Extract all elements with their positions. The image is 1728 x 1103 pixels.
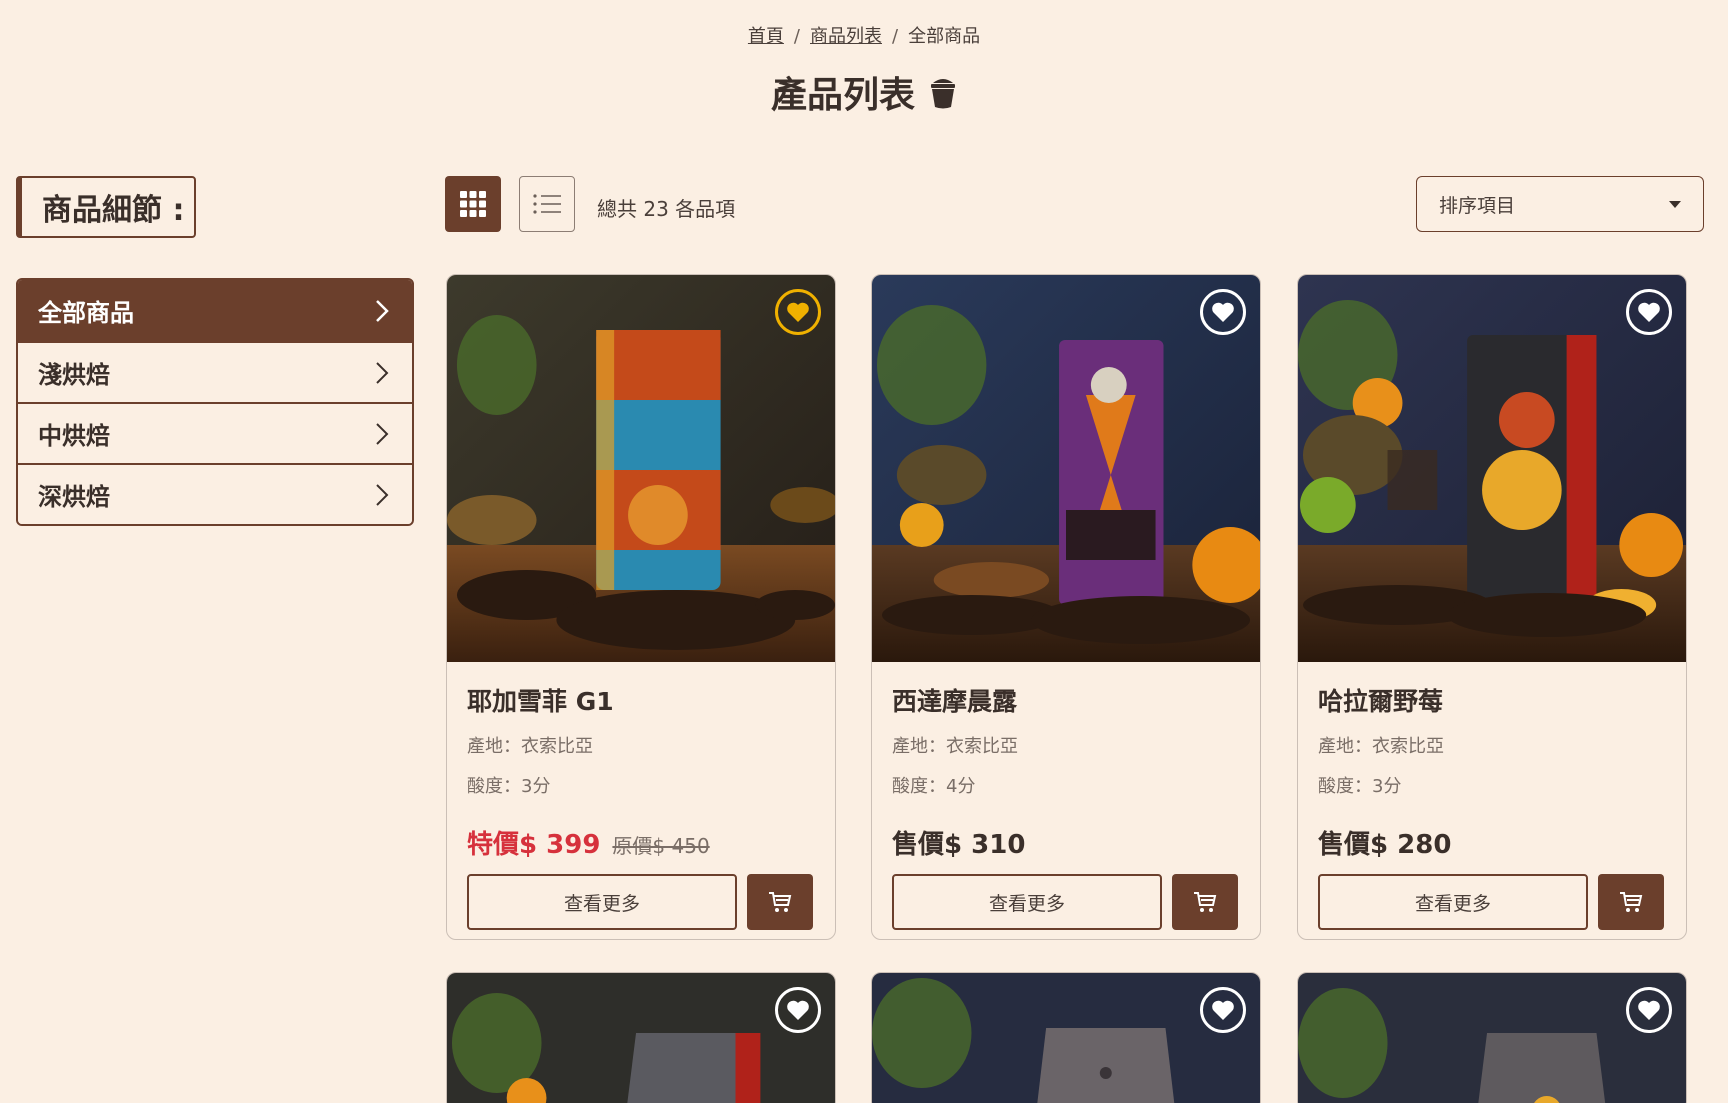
category-item-dark[interactable]: 深烘焙 [18, 463, 412, 524]
product-name[interactable]: 西達摩晨露 [892, 682, 1240, 722]
product-price: 售價$ 280 [1318, 830, 1452, 860]
favorite-button[interactable] [1626, 289, 1672, 335]
coffee-cup-icon [931, 79, 955, 109]
cart-icon [769, 892, 792, 912]
product-acidity: 酸度：4分 [892, 776, 976, 797]
coffee-bag-photo [1298, 275, 1686, 662]
breadcrumb-current: 全部商品 [908, 26, 981, 47]
favorite-button[interactable] [1200, 987, 1246, 1033]
page-title-wrap: 產品列表 [0, 66, 1728, 118]
product-card [871, 972, 1261, 1103]
category-label: 中烘焙 [38, 422, 110, 450]
product-card: 西達摩晨露 產地：衣索比亞 酸度：4分 售價$ 310 查看更多 [871, 274, 1261, 940]
breadcrumb: 首頁 / 商品列表 / 全部商品 [0, 22, 1728, 48]
category-label: 深烘焙 [38, 483, 110, 511]
category-item-light[interactable]: 淺烘焙 [18, 341, 412, 402]
product-image[interactable] [872, 973, 1260, 1103]
product-name[interactable]: 耶加雪菲 G1 [467, 682, 815, 722]
chevron-right-icon [376, 361, 389, 384]
product-count: 總共 23 各品項 [597, 197, 736, 221]
product-image[interactable] [447, 973, 835, 1103]
sort-select[interactable]: 排序項目 [1416, 176, 1704, 232]
sort-select-value: 排序項目 [1439, 194, 1516, 217]
cart-icon [1620, 892, 1643, 912]
product-image[interactable] [1298, 275, 1686, 662]
heart-icon [1212, 1000, 1234, 1020]
coffee-bag-photo [872, 275, 1260, 662]
list-icon [533, 194, 561, 214]
chevron-right-icon [376, 299, 389, 322]
product-image[interactable] [447, 275, 835, 662]
product-price: 售價$ 310 [892, 830, 1026, 860]
favorite-button[interactable] [1626, 987, 1672, 1033]
heart-icon [1638, 302, 1660, 322]
product-name[interactable]: 哈拉爾野莓 [1318, 682, 1666, 722]
heart-icon [1638, 1000, 1660, 1020]
coffee-bag-photo [447, 275, 835, 662]
product-acidity: 酸度：3分 [1318, 776, 1402, 797]
add-to-cart-button[interactable] [1598, 874, 1664, 930]
product-image[interactable] [1298, 973, 1686, 1103]
heart-icon [1212, 302, 1234, 322]
product-origin: 產地：衣索比亞 [892, 736, 1018, 757]
category-item-medium[interactable]: 中烘焙 [18, 402, 412, 463]
category-item-all[interactable]: 全部商品 [18, 280, 412, 341]
product-price: 特價$ 399 [467, 830, 601, 860]
favorite-button[interactable] [775, 289, 821, 335]
grid-icon [460, 191, 486, 217]
favorite-button[interactable] [775, 987, 821, 1033]
product-image[interactable] [872, 275, 1260, 662]
grid-view-button[interactable] [445, 176, 501, 232]
caret-down-icon [1669, 200, 1681, 208]
product-origin: 產地：衣索比亞 [1318, 736, 1444, 757]
category-label: 淺烘焙 [38, 361, 110, 389]
favorite-button[interactable] [1200, 289, 1246, 335]
coffee-bag-photo [447, 973, 835, 1103]
list-view-button[interactable] [519, 176, 575, 232]
chevron-right-icon [376, 422, 389, 445]
heart-icon [787, 302, 809, 322]
product-card: 哈拉爾野莓 產地：衣索比亞 酸度：3分 售價$ 280 查看更多 [1297, 274, 1687, 940]
product-card [446, 972, 836, 1103]
coffee-bag-photo [1298, 973, 1686, 1103]
breadcrumb-separator: / [892, 26, 899, 47]
product-card [1297, 972, 1687, 1103]
view-more-button[interactable]: 查看更多 [1318, 874, 1588, 930]
heart-icon [787, 1000, 809, 1020]
page-title: 產品列表 [770, 75, 915, 116]
category-label: 全部商品 [38, 299, 134, 327]
view-more-button[interactable]: 查看更多 [467, 874, 737, 930]
coffee-bag-photo [872, 973, 1260, 1103]
product-card: 耶加雪菲 G1 產地：衣索比亞 酸度：3分 特價$ 399 原價$ 450 查看… [446, 274, 836, 940]
chevron-right-icon [376, 483, 389, 506]
product-original-price: 原價$ 450 [612, 834, 710, 858]
breadcrumb-list-link[interactable]: 商品列表 [810, 26, 882, 47]
product-origin: 產地：衣索比亞 [467, 736, 593, 757]
view-more-button[interactable]: 查看更多 [892, 874, 1162, 930]
breadcrumb-separator: / [793, 26, 800, 47]
product-acidity: 酸度：3分 [467, 776, 551, 797]
add-to-cart-button[interactable] [1172, 874, 1238, 930]
breadcrumb-home-link[interactable]: 首頁 [748, 26, 784, 47]
add-to-cart-button[interactable] [747, 874, 813, 930]
category-menu: 全部商品 淺烘焙 中烘焙 深烘焙 [16, 278, 414, 526]
cart-icon [1194, 892, 1217, 912]
sidebar-heading: 商品細節 : [16, 176, 196, 238]
